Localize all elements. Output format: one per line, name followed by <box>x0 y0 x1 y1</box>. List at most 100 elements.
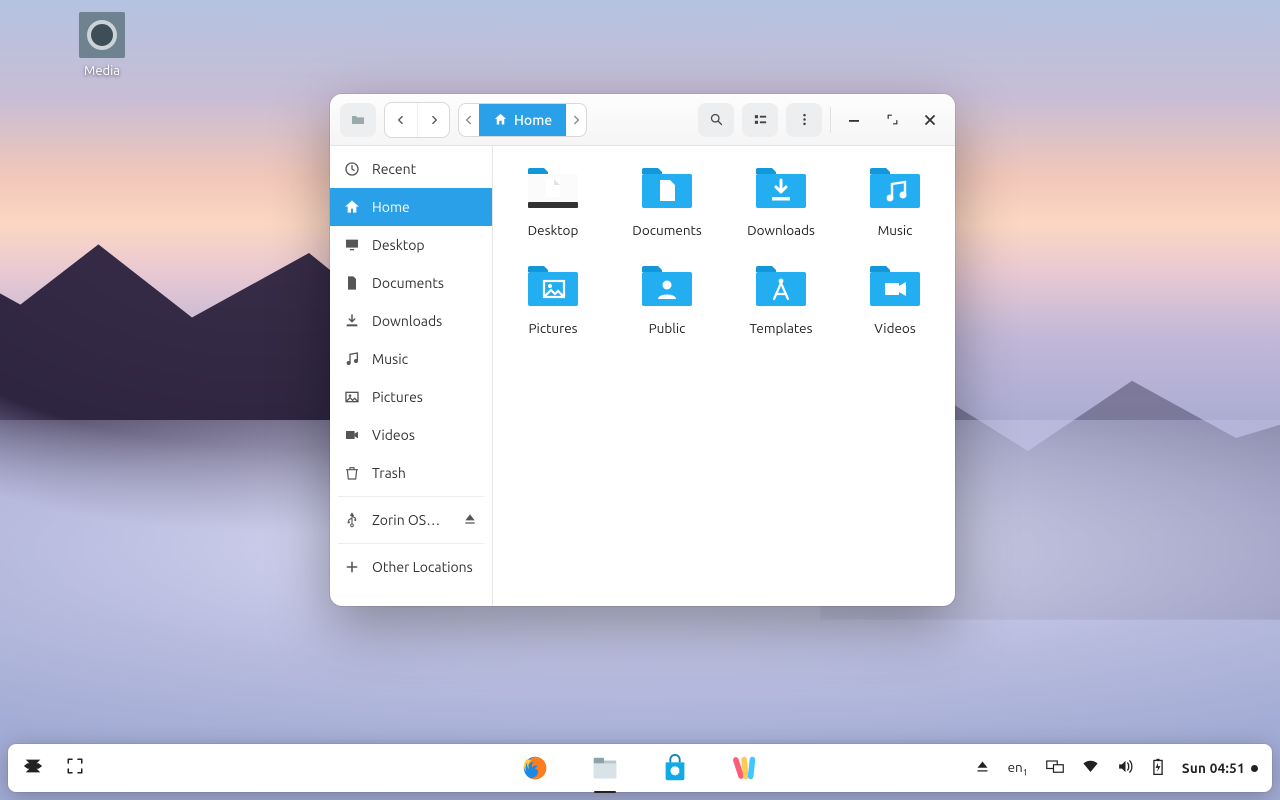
taskbar-app-firefox[interactable] <box>518 751 552 785</box>
back-button[interactable] <box>385 103 417 137</box>
close-button[interactable] <box>915 103 945 137</box>
download-icon <box>344 313 360 329</box>
breadcrumb[interactable]: Home <box>458 103 587 137</box>
sidebar-item-other-locations[interactable]: Other Locations <box>330 548 492 586</box>
color-swatch-icon <box>730 753 760 783</box>
folder-icon <box>868 262 922 312</box>
folder-icon <box>526 164 580 214</box>
breadcrumb-home[interactable]: Home <box>479 104 566 136</box>
disc-icon <box>79 12 125 58</box>
sidebar-item-label: Recent <box>372 161 416 177</box>
folder-icon <box>754 164 808 214</box>
usb-icon <box>344 512 360 528</box>
menu-button[interactable] <box>786 103 822 137</box>
folder-templates[interactable]: Templates <box>731 262 831 336</box>
sidebar-separator <box>338 543 484 544</box>
sidebar-item-zorin-os-[interactable]: Zorin OS… <box>330 501 492 539</box>
breadcrumb-prev[interactable] <box>459 104 479 136</box>
eject-icon <box>975 759 990 774</box>
sidebar-item-pictures[interactable]: Pictures <box>330 378 492 416</box>
sidebar: Recent Home Desktop Documents Downloads Music… <box>330 146 493 606</box>
folder-public[interactable]: Public <box>617 262 717 336</box>
folder-grid: Desktop Documents Downloads Music PicturesPu… <box>503 164 945 336</box>
taskbar: en1 Sun 04:51 <box>8 744 1272 792</box>
sidebar-item-label: Other Locations <box>372 559 473 575</box>
notification-dot-icon <box>1251 765 1258 772</box>
speaker-icon <box>1117 759 1134 774</box>
folder-label: Documents <box>632 222 701 238</box>
wifi-indicator[interactable] <box>1082 760 1099 777</box>
battery-indicator[interactable] <box>1152 758 1164 779</box>
folder-videos[interactable]: Videos <box>845 262 945 336</box>
plus-icon <box>344 559 360 575</box>
clock[interactable]: Sun 04:51 <box>1182 760 1258 776</box>
sidebar-item-label: Home <box>372 199 410 215</box>
folder-label: Downloads <box>747 222 815 238</box>
folder-app-icon <box>350 112 366 128</box>
folder-label: Templates <box>750 320 813 336</box>
nav-buttons <box>384 102 450 138</box>
sidebar-item-home[interactable]: Home <box>330 188 492 226</box>
sidebar-item-label: Downloads <box>372 313 442 329</box>
titlebar[interactable]: Home <box>330 94 955 146</box>
display-indicator[interactable] <box>1046 760 1064 777</box>
sidebar-item-label: Music <box>372 351 408 367</box>
music-icon <box>344 351 360 367</box>
minimize-button[interactable] <box>839 103 869 137</box>
shopping-bag-icon <box>660 753 690 783</box>
volume-indicator[interactable] <box>1117 759 1134 777</box>
forward-button[interactable] <box>417 103 449 137</box>
files-icon <box>590 753 620 783</box>
content-area[interactable]: Desktop Documents Downloads Music PicturesPu… <box>493 146 955 606</box>
language-code: en <box>1008 759 1023 775</box>
sidebar-item-label: Documents <box>372 275 444 291</box>
eject-button[interactable] <box>462 511 478 530</box>
taskbar-app-files[interactable] <box>588 751 622 785</box>
folder-icon <box>640 262 694 312</box>
maximize-button[interactable] <box>877 103 907 137</box>
file-manager-window: Home <box>330 94 955 606</box>
window-body: Recent Home Desktop Documents Downloads Music… <box>330 146 955 606</box>
sidebar-item-videos[interactable]: Videos <box>330 416 492 454</box>
folder-pictures[interactable]: Pictures <box>503 262 603 336</box>
firefox-icon <box>520 753 550 783</box>
screens-icon <box>1046 760 1064 774</box>
sidebar-item-label: Trash <box>372 465 406 481</box>
zorin-logo-icon <box>22 755 44 777</box>
sidebar-item-label: Pictures <box>372 389 423 405</box>
divider <box>830 107 831 133</box>
language-index: 1 <box>1023 767 1028 777</box>
sidebar-item-recent[interactable]: Recent <box>330 150 492 188</box>
filemanager-icon[interactable] <box>340 103 376 137</box>
sidebar-item-downloads[interactable]: Downloads <box>330 302 492 340</box>
desktop-icon-label: Media <box>62 64 142 78</box>
eject-tray-button[interactable] <box>975 759 990 777</box>
close-icon <box>924 114 936 126</box>
folder-music[interactable]: Music <box>845 164 945 238</box>
sidebar-item-label: Videos <box>372 427 415 443</box>
clock-icon <box>344 161 360 177</box>
search-icon <box>709 112 724 127</box>
folder-desktop[interactable]: Desktop <box>503 164 603 238</box>
sidebar-item-trash[interactable]: Trash <box>330 454 492 492</box>
input-language-indicator[interactable]: en1 <box>1008 759 1028 778</box>
taskbar-app-store[interactable] <box>658 751 692 785</box>
kebab-icon <box>797 112 812 127</box>
expand-corners-icon <box>66 757 84 775</box>
desktop-icon-media[interactable]: Media <box>62 12 142 78</box>
sidebar-item-desktop[interactable]: Desktop <box>330 226 492 264</box>
sidebar-item-music[interactable]: Music <box>330 340 492 378</box>
folder-documents[interactable]: Documents <box>617 164 717 238</box>
clock-text: Sun 04:51 <box>1182 760 1245 776</box>
wifi-icon <box>1082 760 1099 774</box>
sidebar-item-documents[interactable]: Documents <box>330 264 492 302</box>
trash-icon <box>344 465 360 481</box>
folder-downloads[interactable]: Downloads <box>731 164 831 238</box>
taskbar-app-appearance[interactable] <box>728 751 762 785</box>
start-button[interactable] <box>22 755 44 781</box>
chevron-right-icon <box>572 115 580 125</box>
workspaces-button[interactable] <box>66 757 84 779</box>
search-button[interactable] <box>698 103 734 137</box>
breadcrumb-next[interactable] <box>566 104 586 136</box>
view-toggle-button[interactable] <box>742 103 778 137</box>
